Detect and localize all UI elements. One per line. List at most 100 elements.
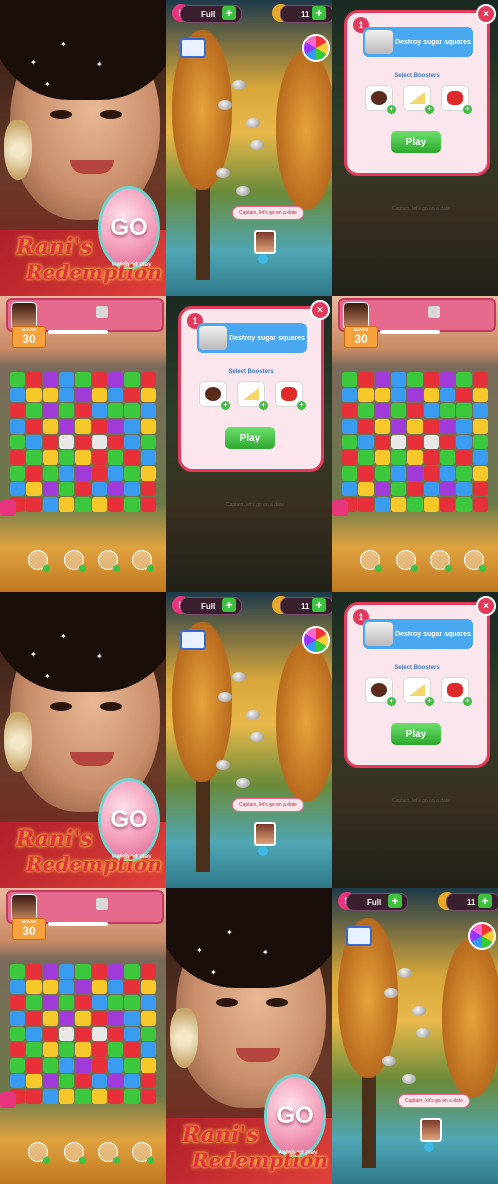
candy-yellow[interactable] xyxy=(91,387,107,403)
candy-green[interactable] xyxy=(26,403,42,418)
cookie-tool-icon[interactable] xyxy=(430,550,452,572)
level-node[interactable] xyxy=(250,140,264,150)
add-lives-button[interactable]: + xyxy=(222,6,236,20)
play-button[interactable]: Play xyxy=(391,131,441,153)
candy-green[interactable] xyxy=(407,497,423,512)
candy-blue[interactable] xyxy=(472,450,488,465)
candy-red[interactable] xyxy=(42,434,58,450)
add-lives-button[interactable]: + xyxy=(388,894,402,908)
candy-red[interactable] xyxy=(91,450,107,465)
candy-blue[interactable] xyxy=(140,450,156,465)
level-node[interactable] xyxy=(236,186,250,196)
candy-blue[interactable] xyxy=(439,466,456,481)
cookie-tool-icon[interactable] xyxy=(98,1142,120,1164)
candy-yellow[interactable] xyxy=(407,450,423,465)
candy-blue[interactable] xyxy=(423,403,439,418)
candy-yellow[interactable] xyxy=(374,450,390,465)
candy-green[interactable] xyxy=(374,466,390,481)
candy-purple[interactable] xyxy=(374,403,390,418)
candy-purple[interactable] xyxy=(390,419,407,434)
candy-red[interactable] xyxy=(140,1089,156,1104)
candy-blue[interactable] xyxy=(58,387,75,403)
candy-blue[interactable] xyxy=(107,466,124,481)
candy-red[interactable] xyxy=(439,497,456,512)
candy-green[interactable] xyxy=(26,995,42,1010)
bomb-tool-icon[interactable] xyxy=(28,550,50,572)
hand-tool-icon[interactable] xyxy=(64,550,86,572)
candy-yellow[interactable] xyxy=(42,450,58,465)
booster-cake-slice[interactable]: + xyxy=(237,381,268,410)
candy-yellow[interactable] xyxy=(472,466,488,481)
level-node[interactable] xyxy=(218,100,232,110)
match3-board[interactable] xyxy=(10,964,156,1104)
candy-yellow[interactable] xyxy=(91,497,107,512)
candy-yellow[interactable] xyxy=(91,979,107,995)
candy-blue[interactable] xyxy=(42,1089,58,1104)
candy-green[interactable] xyxy=(10,434,26,450)
candy-white[interactable] xyxy=(58,1026,75,1042)
candy-blue[interactable] xyxy=(423,481,439,497)
hand-tool-icon[interactable] xyxy=(396,550,418,572)
candy-blue[interactable] xyxy=(107,1058,124,1073)
candy-blue[interactable] xyxy=(10,1011,26,1026)
candy-purple[interactable] xyxy=(75,1058,91,1073)
candy-red[interactable] xyxy=(75,434,91,450)
bomb-tool-icon[interactable] xyxy=(28,1142,50,1164)
candy-green[interactable] xyxy=(10,372,26,387)
candy-purple[interactable] xyxy=(42,481,58,497)
candy-purple[interactable] xyxy=(107,372,124,387)
add-lives-button[interactable]: + xyxy=(222,598,236,612)
candy-red[interactable] xyxy=(358,466,374,481)
level-node[interactable] xyxy=(246,118,260,128)
close-button[interactable]: × xyxy=(476,4,496,24)
candy-red[interactable] xyxy=(423,419,439,434)
candy-yellow[interactable] xyxy=(472,387,488,403)
candy-blue[interactable] xyxy=(140,1042,156,1057)
candy-yellow[interactable] xyxy=(91,1089,107,1104)
current-level-marker[interactable] xyxy=(258,254,268,264)
candy-green[interactable] xyxy=(390,450,407,465)
candy-red[interactable] xyxy=(26,1089,42,1104)
bomb-tool-icon[interactable] xyxy=(360,550,382,572)
candy-red[interactable] xyxy=(140,372,156,387)
candy-blue[interactable] xyxy=(91,481,107,497)
candy-blue[interactable] xyxy=(342,419,358,434)
tv-ad-icon[interactable] xyxy=(180,38,206,58)
candy-yellow[interactable] xyxy=(140,466,156,481)
candy-green[interactable] xyxy=(107,995,124,1010)
candy-purple[interactable] xyxy=(374,481,390,497)
candy-green[interactable] xyxy=(124,995,140,1010)
level-node[interactable] xyxy=(232,80,246,90)
candy-yellow[interactable] xyxy=(26,481,42,497)
candy-blue[interactable] xyxy=(107,387,124,403)
candy-green[interactable] xyxy=(26,450,42,465)
candy-yellow[interactable] xyxy=(140,979,156,995)
level-node[interactable] xyxy=(402,1074,416,1084)
candy-purple[interactable] xyxy=(439,372,456,387)
level-node[interactable] xyxy=(216,168,230,178)
level-node[interactable] xyxy=(250,732,264,742)
candy-blue[interactable] xyxy=(456,481,472,497)
candy-blue[interactable] xyxy=(124,1073,140,1089)
close-button[interactable]: × xyxy=(476,596,496,616)
candy-yellow[interactable] xyxy=(140,1011,156,1026)
candy-green[interactable] xyxy=(124,466,140,481)
add-coins-button[interactable]: + xyxy=(312,6,326,20)
candy-yellow[interactable] xyxy=(26,387,42,403)
candy-purple[interactable] xyxy=(42,403,58,418)
candy-purple[interactable] xyxy=(42,372,58,387)
gift-box-icon[interactable] xyxy=(332,500,348,516)
candy-green[interactable] xyxy=(124,403,140,418)
candy-blue[interactable] xyxy=(91,1073,107,1089)
booster-red-gummy[interactable]: + xyxy=(441,85,472,114)
candy-white[interactable] xyxy=(423,434,439,450)
candy-blue[interactable] xyxy=(439,387,456,403)
candy-green[interactable] xyxy=(58,1042,75,1057)
candy-blue[interactable] xyxy=(10,419,26,434)
level-node[interactable] xyxy=(216,760,230,770)
booster-cake-slice[interactable]: + xyxy=(403,677,434,706)
candy-yellow[interactable] xyxy=(423,387,439,403)
candy-green[interactable] xyxy=(342,372,358,387)
candy-green[interactable] xyxy=(75,1089,91,1104)
candy-red[interactable] xyxy=(10,450,26,465)
